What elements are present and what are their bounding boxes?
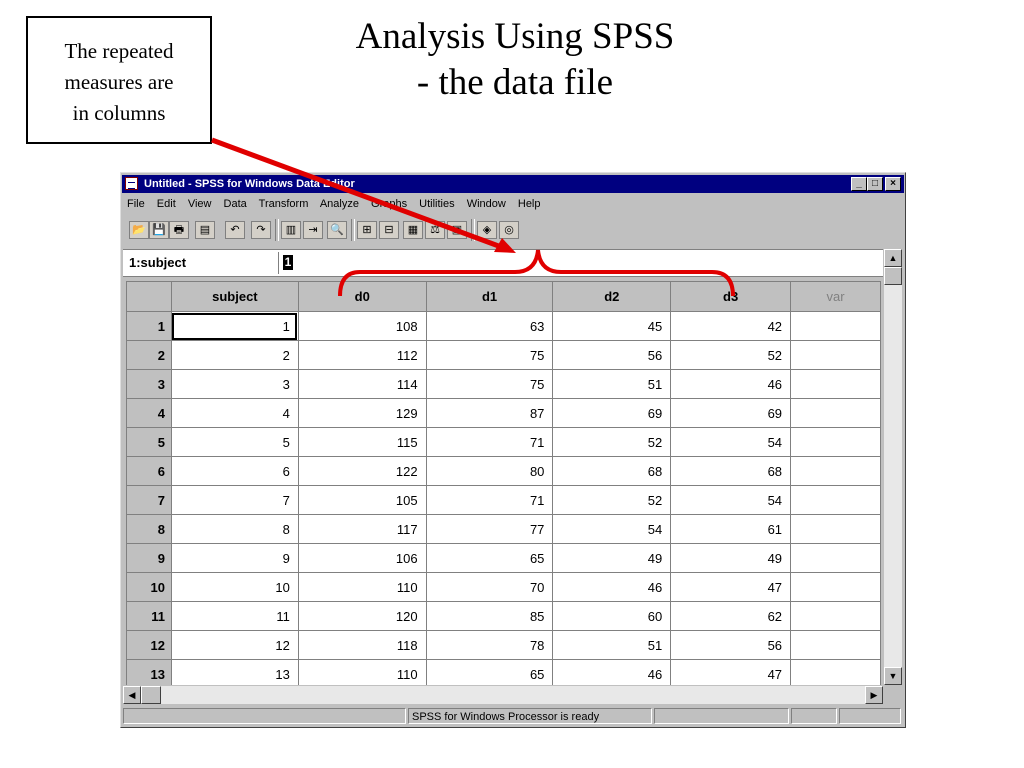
columns-brace [338, 249, 735, 297]
annotation-arrow-line [211, 137, 505, 251]
annotation-overlay [211, 137, 735, 297]
